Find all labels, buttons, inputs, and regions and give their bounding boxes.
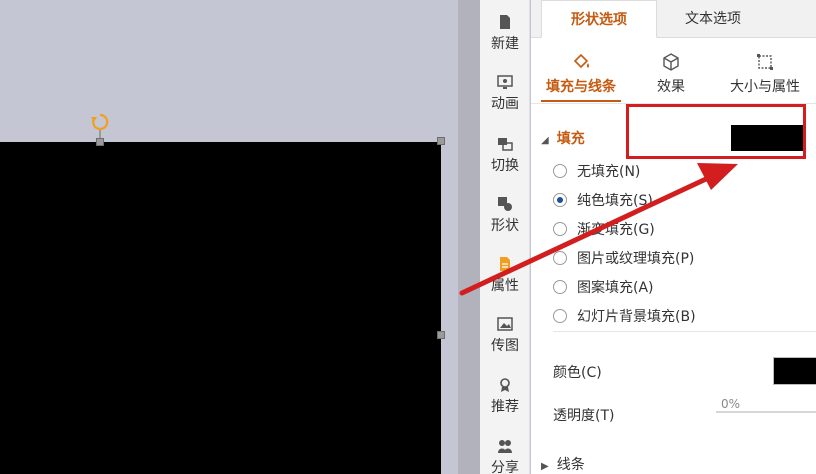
canvas-scroll-gutter [458, 0, 480, 474]
shape-icon [498, 197, 512, 211]
selected-rectangle-shape[interactable] [0, 142, 441, 474]
resize-handle-top-center[interactable] [96, 138, 104, 146]
task-recommend[interactable]: 推荐 [480, 367, 530, 425]
radio-button[interactable] [553, 222, 567, 236]
subtab-effect-label: 效果 [657, 79, 685, 95]
fill-bucket-icon [573, 53, 589, 69]
property-icon [500, 257, 510, 271]
recommend-icon [500, 378, 510, 392]
radio-button[interactable] [553, 280, 567, 294]
property-panel: 形状选项 文本选项 填充与线条 效果 大小与属性 ◢ 填充 无填充(N) 纯色填… [531, 0, 816, 474]
panel-tabs: 形状选项 文本选项 [531, 0, 816, 38]
rotate-handle-icon[interactable] [90, 112, 110, 132]
line-section-header[interactable]: ▶ 线条 [541, 454, 585, 474]
color-picker-button[interactable] [773, 357, 816, 385]
radio-label: 图片或纹理填充(P) [577, 251, 695, 267]
task-new-label: 新建 [491, 36, 519, 52]
transparency-slider[interactable] [716, 411, 816, 413]
transparency-value: 0% [721, 397, 741, 411]
radio-label: 纯色填充(S) [577, 193, 653, 209]
task-shape-label: 形状 [491, 218, 519, 234]
collapse-caret-icon: ◢ [541, 135, 549, 146]
tab-shape-options[interactable]: 形状选项 [541, 0, 657, 38]
task-transition[interactable]: 切换 [480, 126, 530, 184]
cube-effect-icon [663, 53, 679, 71]
resize-handle-top-right[interactable] [437, 137, 445, 145]
radio-label: 渐变填充(G) [577, 222, 655, 238]
radio-label: 图案填充(A) [577, 280, 654, 296]
task-animation[interactable]: 动画 [480, 64, 530, 122]
section-divider [553, 331, 816, 332]
expand-caret-icon: ▶ [541, 461, 549, 472]
size-frame-icon [757, 54, 773, 70]
slide-canvas[interactable] [0, 0, 458, 474]
task-share-label: 分享 [491, 460, 519, 474]
task-transition-label: 切换 [491, 158, 519, 174]
upload-image-icon [497, 317, 513, 331]
task-share[interactable]: 分享 [480, 428, 530, 474]
new-file-icon [500, 15, 510, 29]
radio-button[interactable] [553, 309, 567, 323]
task-new[interactable]: 新建 [480, 4, 530, 62]
active-subtab-underline [541, 100, 621, 102]
task-shape[interactable]: 形状 [480, 186, 530, 244]
task-recommend-label: 推荐 [491, 399, 519, 415]
share-icon [498, 440, 512, 453]
line-section-title: 线条 [556, 457, 585, 473]
color-label: 颜色(C) [553, 365, 602, 381]
radio-label: 无填充(N) [577, 164, 641, 180]
radio-label: 幻灯片背景填充(B) [577, 309, 696, 325]
task-icon-bar: 新建 动画 切换 形状 属性 传图 推荐 分享 [480, 0, 530, 474]
subtab-effect[interactable]: 效果 [639, 40, 703, 104]
panel-subtabs: 填充与线条 效果 大小与属性 [531, 40, 816, 104]
task-upload-image[interactable]: 传图 [480, 306, 530, 364]
radio-button[interactable] [553, 251, 567, 265]
subtab-fill-label: 填充与线条 [546, 79, 616, 95]
task-property[interactable]: 属性 [480, 246, 530, 304]
annotation-highlight-box [626, 104, 806, 159]
resize-handle-middle-right[interactable] [437, 331, 445, 339]
transition-icon [498, 138, 513, 151]
subtab-size-label: 大小与属性 [730, 79, 800, 95]
task-property-label: 属性 [491, 278, 519, 294]
radio-button[interactable] [553, 164, 567, 178]
task-animation-label: 动画 [491, 96, 519, 112]
subtab-size-and-property[interactable]: 大小与属性 [717, 40, 813, 104]
tab-text-options[interactable]: 文本选项 [661, 0, 765, 38]
animation-icon [497, 75, 513, 89]
fill-section-title: 填充 [556, 131, 585, 147]
radio-button-checked[interactable] [553, 193, 567, 207]
transparency-label: 透明度(T) [553, 408, 615, 424]
fill-section-header[interactable]: ◢ 填充 [541, 128, 585, 148]
task-upload-image-label: 传图 [491, 338, 519, 354]
subtab-fill-and-line[interactable]: 填充与线条 [539, 40, 623, 104]
